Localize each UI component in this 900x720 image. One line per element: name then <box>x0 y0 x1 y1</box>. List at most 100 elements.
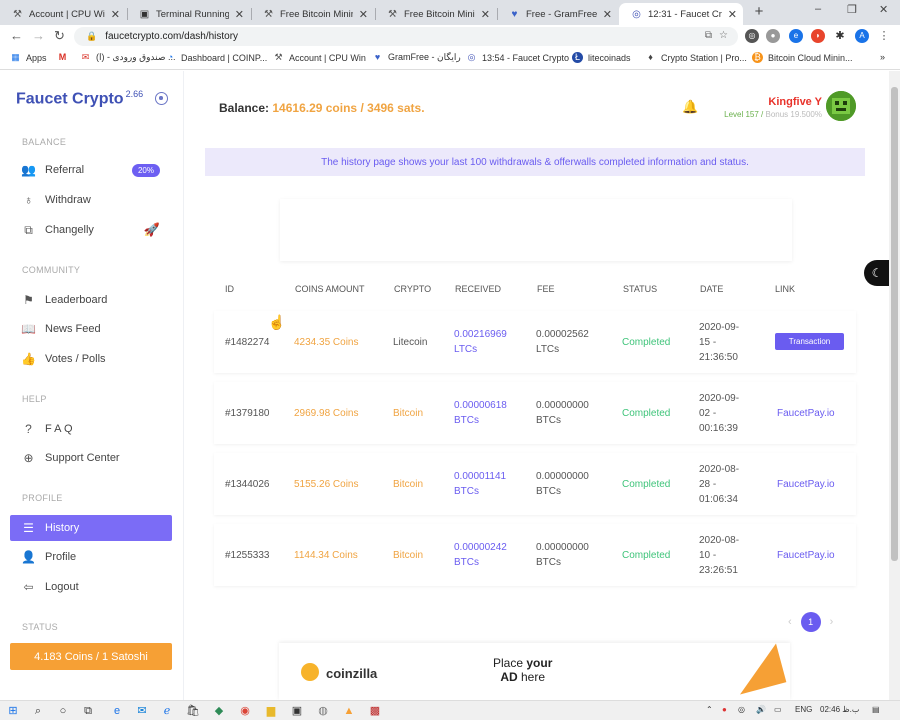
notifications-icon[interactable]: ▤ <box>872 705 880 714</box>
close-tab-icon[interactable]: ✕ <box>235 8 244 21</box>
bookmark-item[interactable]: M <box>57 52 73 63</box>
brand-logo[interactable]: Faucet Crypto 2.66 <box>16 89 143 108</box>
transaction-button[interactable]: Transaction <box>775 333 844 350</box>
record-icon[interactable]: ● <box>722 705 727 714</box>
windows-start-icon[interactable]: ⊞ <box>6 704 20 718</box>
tray-icon[interactable]: ◎ <box>738 705 745 714</box>
scrollbar[interactable] <box>889 71 900 700</box>
app-icon[interactable]: ▩ <box>368 704 382 718</box>
more-bookmarks-icon[interactable]: » <box>880 52 885 62</box>
tray-chevron-icon[interactable]: ⌃ <box>706 705 713 714</box>
vlc-icon[interactable]: ▲ <box>342 704 356 718</box>
folder-icon[interactable]: ▆ <box>264 704 278 718</box>
bitcoin-icon: ₿ <box>752 52 763 63</box>
dark-mode-toggle-icon[interactable]: ☾ <box>864 260 890 286</box>
scrollbar-thumb[interactable] <box>891 87 898 561</box>
bookmark-item[interactable]: ♥ GramFree - رایگان <box>372 52 461 63</box>
clock[interactable]: 02:46 ب.ظ <box>820 705 859 714</box>
app-icon[interactable]: ◆ <box>212 704 226 718</box>
prev-page-icon[interactable]: ‹ <box>788 616 792 628</box>
chrome-icon[interactable]: ◉ <box>238 704 252 718</box>
bookmark-item[interactable]: ✉ (ا) - صندوق ورودی ... <box>80 52 176 63</box>
close-tab-icon[interactable]: ✕ <box>359 8 368 21</box>
reload-icon[interactable]: ↻ <box>54 29 65 43</box>
bookmark-item[interactable]: Ł litecoinads <box>572 52 631 63</box>
sidebar-item-news-feed[interactable]: 📖 News Feed <box>10 316 172 342</box>
close-tab-icon[interactable]: ✕ <box>728 8 737 21</box>
browser-tab-active[interactable]: ◎ 12:31 - Faucet Crypt ✕ <box>619 3 743 25</box>
back-icon[interactable]: ← <box>10 29 23 43</box>
faucetpay-link[interactable]: FaucetPay.io <box>777 477 835 492</box>
next-page-icon[interactable]: › <box>830 616 834 628</box>
extension-icon[interactable]: ◎ <box>745 29 759 43</box>
sidebar-item-faq[interactable]: ? F A Q <box>10 416 172 442</box>
ad-banner[interactable]: coinzilla Place your AD here <box>279 643 790 700</box>
extension-icon[interactable]: ◗ <box>811 29 825 43</box>
browser-tab[interactable]: ▣ Terminal Running | CP ✕ <box>127 3 250 25</box>
minimize-icon[interactable]: – <box>815 3 821 15</box>
browser-tab[interactable]: ⚒ Account | CPU Win ✕ <box>0 3 126 25</box>
task-view-icon[interactable]: ⧉ <box>81 704 95 718</box>
language-indicator[interactable]: ENG <box>795 705 812 714</box>
sidebar-toggle-icon[interactable] <box>155 92 168 105</box>
bookmark-item[interactable]: ◔ Dashboard | COINP... <box>165 52 267 63</box>
cortana-icon[interactable]: ○ <box>56 704 70 718</box>
bell-icon[interactable]: 🔔 <box>682 99 698 115</box>
bookmark-item[interactable]: ▦ Apps <box>10 52 46 63</box>
gmail-icon: M <box>58 52 67 62</box>
rocket-icon: 🚀 <box>143 222 160 237</box>
close-tab-icon[interactable]: ✕ <box>111 8 120 21</box>
extension-icon[interactable]: ● <box>766 29 780 43</box>
bookmark-item[interactable]: ⚒ Account | CPU Win <box>273 52 365 63</box>
close-tab-icon[interactable]: ✕ <box>481 8 490 21</box>
sidebar-item-leaderboard[interactable]: ⚑ Leaderboard <box>10 287 172 313</box>
close-tab-icon[interactable]: ✕ <box>603 8 612 21</box>
mail-icon[interactable]: ✉ <box>135 704 149 718</box>
username[interactable]: Kingfive Y <box>768 96 822 108</box>
ie-icon[interactable]: ℯ <box>160 704 174 718</box>
bookmark-item[interactable]: ₿ Bitcoin Cloud Minin... <box>752 52 853 63</box>
new-tab-icon[interactable]: + <box>752 3 766 21</box>
faucetcrypto-icon: ◎ <box>467 52 476 62</box>
sidebar: Faucet Crypto 2.66 BALANCE 👥 Referral 20%… <box>0 71 184 700</box>
help-circle-icon: ? <box>25 422 32 436</box>
profile-avatar[interactable]: A <box>855 29 869 43</box>
edge-icon[interactable]: e <box>110 704 124 718</box>
search-icon[interactable]: ⌕ <box>31 704 45 718</box>
book-icon: 📖 <box>21 322 36 336</box>
store-icon[interactable]: 🛍 <box>186 704 200 718</box>
browser-tab-strip: ⚒ Account | CPU Win ✕ ▣ Terminal Running… <box>0 0 900 25</box>
browser-tab[interactable]: ⚒ Free Bitcoin Mining ✕ <box>375 3 496 25</box>
faucetpay-link[interactable]: FaucetPay.io <box>777 548 835 563</box>
extensions-puzzle-icon[interactable]: ✱ <box>833 29 847 43</box>
sidebar-item-history[interactable]: ☰ History <box>10 515 172 541</box>
app-icon[interactable]: ◍ <box>316 704 330 718</box>
tab-title: 12:31 - Faucet Crypt <box>648 8 722 20</box>
bookmark-item[interactable]: ♦ Crypto Station | Pro... <box>645 52 747 63</box>
app-icon[interactable]: ▣ <box>290 704 304 718</box>
browser-tab[interactable]: ⚒ Free Bitcoin Mining ✕ <box>251 3 374 25</box>
sidebar-item-profile[interactable]: 👤 Profile <box>10 544 172 570</box>
browser-tab[interactable]: ♥ Free - GramFree ✕ <box>497 3 618 25</box>
sidebar-item-changelly[interactable]: ⧉ Changelly 🚀 <box>10 217 172 243</box>
sidebar-item-withdraw[interactable]: ♁ Withdraw <box>10 187 172 213</box>
sidebar-item-logout[interactable]: ⇦ Logout <box>10 574 172 600</box>
menu-dots-icon[interactable]: ⋮ <box>877 29 891 43</box>
faucetpay-link[interactable]: FaucetPay.io <box>777 406 835 421</box>
maximize-icon[interactable]: ❐ <box>847 3 857 16</box>
volume-icon[interactable]: 🔊 <box>756 705 766 714</box>
external-link-icon: ⧉ <box>24 222 33 237</box>
page-number-button[interactable]: 1 <box>800 612 821 632</box>
bookmark-item[interactable]: ◎ 13:54 - Faucet Crypto <box>466 52 569 63</box>
forward-icon[interactable]: → <box>32 29 45 43</box>
sidebar-item-votes[interactable]: 👍 Votes / Polls <box>10 346 172 372</box>
sidebar-item-referral[interactable]: 👥 Referral 20% <box>10 157 172 183</box>
avatar[interactable] <box>826 91 856 121</box>
extension-icon[interactable]: e <box>789 29 803 43</box>
address-bar[interactable]: 🔒 faucetcrypto.com/dash/history ⧉ ☆ <box>74 27 738 46</box>
sidebar-item-support[interactable]: ⊕ Support Center <box>10 445 172 471</box>
close-window-icon[interactable]: ✕ <box>879 3 888 16</box>
network-icon[interactable]: ▭ <box>774 705 782 714</box>
translate-icon[interactable]: ⧉ <box>705 30 712 41</box>
star-icon[interactable]: ☆ <box>719 30 728 41</box>
